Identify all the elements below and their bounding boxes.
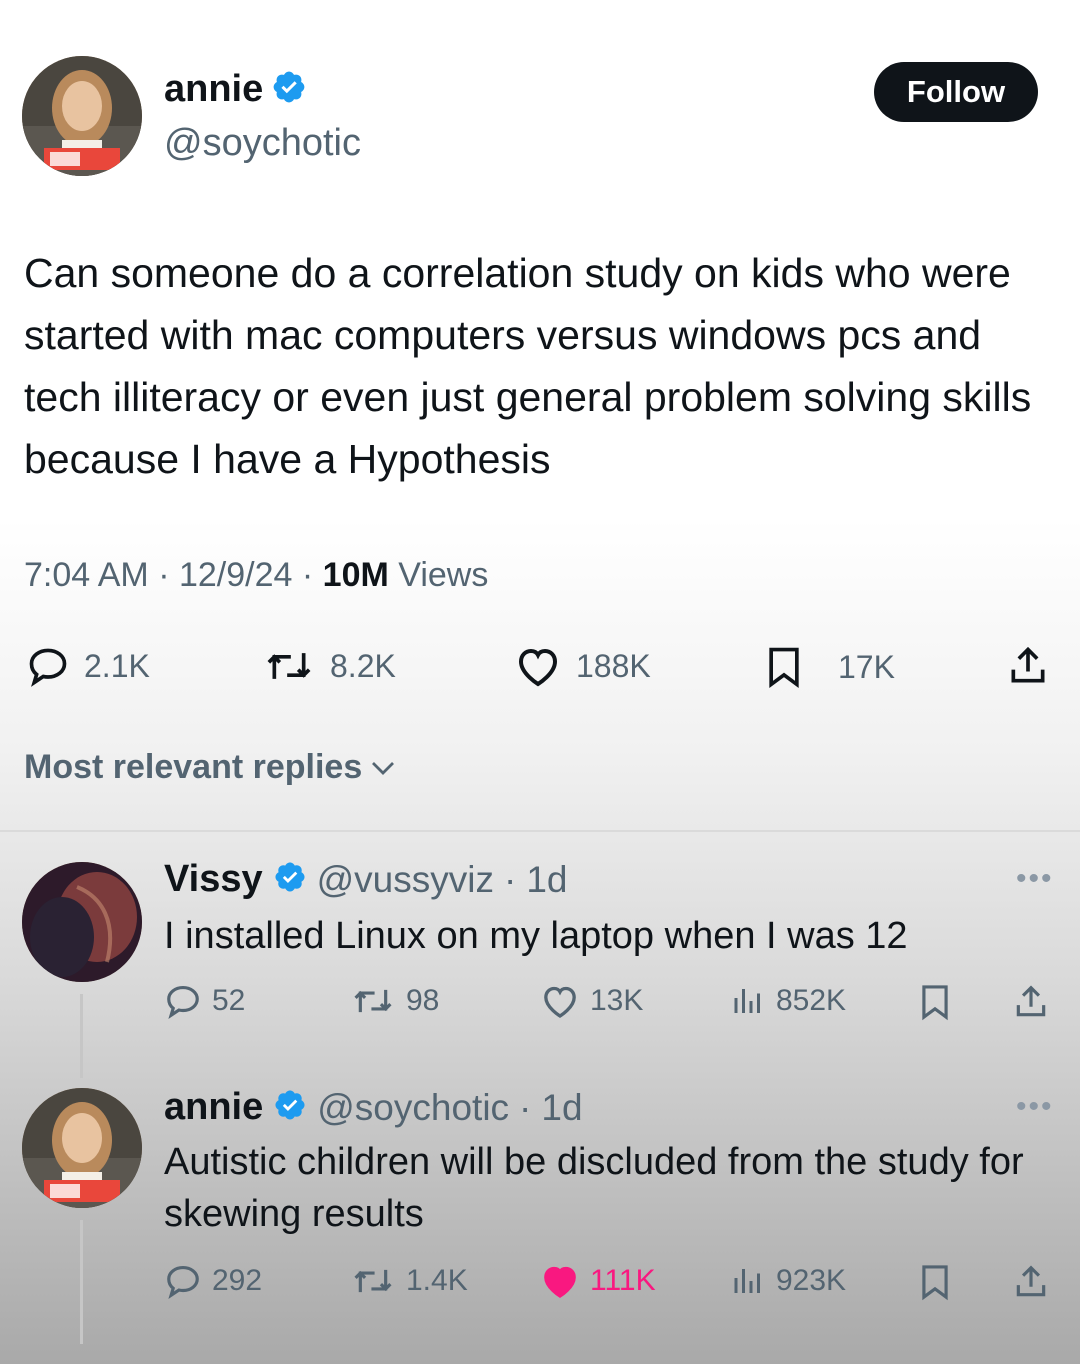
reply-icon bbox=[167, 1265, 199, 1300]
replies-sort-dropdown[interactable]: Most relevant replies bbox=[24, 748, 398, 787]
reply-author-handle[interactable]: @vussyviz bbox=[317, 859, 494, 901]
reply-icon bbox=[29, 648, 67, 687]
like-button[interactable]: 111K bbox=[540, 1262, 656, 1300]
reply-author-handle[interactable]: @soychotic bbox=[317, 1087, 509, 1129]
more-icon[interactable]: ••• bbox=[1016, 862, 1054, 896]
reply-button[interactable]: 2.1K bbox=[26, 644, 150, 688]
reply-age[interactable]: 1d bbox=[541, 1087, 582, 1129]
reply-age[interactable]: 1d bbox=[526, 859, 567, 901]
tweet-meta: 7:04 AM · 12/9/24 · 10M Views bbox=[24, 556, 488, 595]
views-button[interactable]: 852K bbox=[730, 982, 846, 1020]
views-count: 923K bbox=[776, 1264, 847, 1297]
share-icon bbox=[1011, 646, 1045, 683]
views-count: 852K bbox=[776, 984, 847, 1017]
meta-separator: · bbox=[519, 1086, 532, 1128]
reply-author-name[interactable]: Vissy bbox=[164, 858, 263, 901]
views-icon bbox=[734, 1269, 760, 1293]
verified-badge-icon bbox=[273, 1088, 307, 1127]
like-button[interactable]: 188K bbox=[514, 644, 651, 688]
tweet-date[interactable]: 12/9/24 bbox=[179, 556, 292, 594]
bookmark-button[interactable] bbox=[916, 982, 954, 1022]
reply-count: 52 bbox=[212, 984, 246, 1017]
like-count: 111K bbox=[590, 1264, 656, 1297]
share-button[interactable] bbox=[1006, 644, 1050, 688]
divider bbox=[0, 830, 1080, 832]
meta-separator: · bbox=[301, 556, 323, 594]
reply-icon bbox=[167, 985, 199, 1020]
verified-badge-icon bbox=[273, 860, 307, 899]
retweet-button[interactable]: 98 bbox=[350, 982, 439, 1020]
author-name[interactable]: annie bbox=[164, 68, 263, 111]
retweet-count: 1.4K bbox=[406, 1264, 468, 1297]
bookmark-button[interactable] bbox=[916, 1262, 954, 1302]
views-count: 10M bbox=[322, 556, 389, 594]
retweet-icon bbox=[267, 653, 311, 679]
thread-line bbox=[80, 994, 83, 1078]
tweet-text: Can someone do a correlation study on ki… bbox=[24, 250, 1032, 482]
author-handle[interactable]: @soychotic bbox=[164, 122, 361, 165]
follow-button[interactable]: Follow bbox=[874, 62, 1038, 122]
bookmark-icon bbox=[922, 1265, 948, 1301]
bookmark-icon bbox=[922, 985, 948, 1021]
reply-text: I installed Linux on my laptop when I wa… bbox=[164, 915, 908, 957]
reply-count: 2.1K bbox=[84, 647, 150, 684]
share-button[interactable] bbox=[1012, 982, 1050, 1022]
bookmark-button[interactable]: 17K bbox=[762, 644, 895, 690]
reply-text: Autistic children will be discluded from… bbox=[164, 1141, 1024, 1235]
reply-avatar[interactable] bbox=[22, 862, 142, 982]
views-icon bbox=[734, 989, 760, 1013]
retweet-count: 8.2K bbox=[330, 647, 396, 684]
like-icon bbox=[544, 986, 576, 1018]
meta-separator: · bbox=[503, 858, 517, 900]
share-icon bbox=[1016, 985, 1046, 1017]
views-label: Views bbox=[398, 556, 489, 594]
share-button[interactable] bbox=[1012, 1262, 1050, 1302]
bookmark-count: 17K bbox=[838, 648, 895, 685]
like-count: 13K bbox=[590, 984, 644, 1017]
bookmark-icon bbox=[769, 647, 799, 689]
replies-sort-label: Most relevant replies bbox=[24, 748, 363, 786]
thread-line bbox=[80, 1220, 83, 1344]
share-icon bbox=[1016, 1265, 1046, 1297]
reply-avatar[interactable] bbox=[22, 1088, 142, 1208]
meta-separator: · bbox=[158, 556, 179, 594]
retweet-button[interactable]: 8.2K bbox=[262, 644, 396, 688]
chevron-down-icon bbox=[372, 761, 395, 775]
reply-author-name[interactable]: annie bbox=[164, 1086, 263, 1129]
retweet-count: 98 bbox=[406, 984, 440, 1017]
author-avatar[interactable] bbox=[22, 56, 142, 176]
like-icon bbox=[544, 1266, 576, 1298]
like-icon bbox=[518, 648, 558, 687]
reply-count: 292 bbox=[212, 1264, 263, 1297]
verified-badge-icon bbox=[271, 69, 307, 110]
reply-button[interactable]: 52 bbox=[164, 982, 245, 1020]
retweet-icon bbox=[354, 1269, 392, 1293]
retweet-icon bbox=[354, 989, 392, 1013]
reply-button[interactable]: 292 bbox=[164, 1262, 262, 1300]
more-icon[interactable]: ••• bbox=[1016, 1090, 1054, 1124]
tweet-time[interactable]: 7:04 AM bbox=[24, 556, 149, 594]
like-count: 188K bbox=[576, 647, 651, 684]
retweet-button[interactable]: 1.4K bbox=[350, 1262, 468, 1300]
like-button[interactable]: 13K bbox=[540, 982, 643, 1020]
views-button[interactable]: 923K bbox=[730, 1262, 846, 1300]
